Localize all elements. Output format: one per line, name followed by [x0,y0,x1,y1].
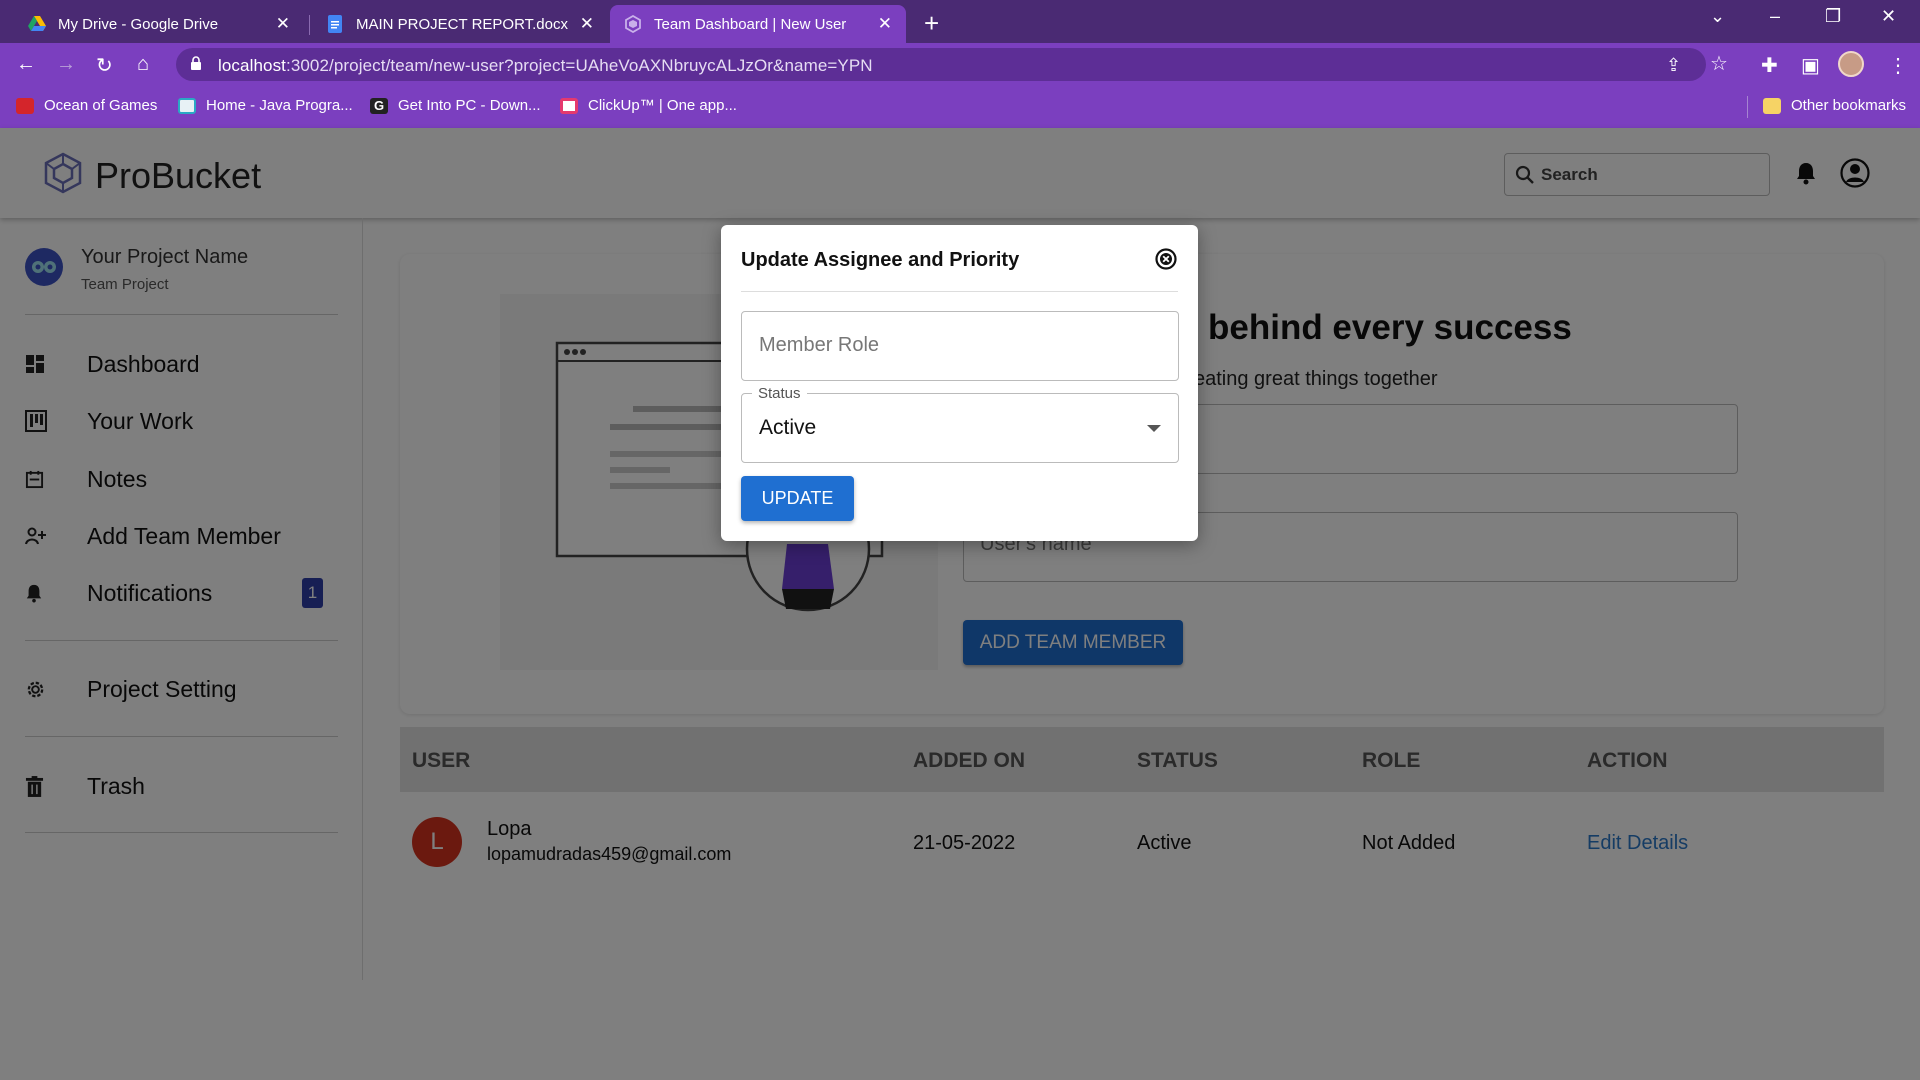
forward-arrow-icon[interactable]: → [56,53,76,76]
tab-title: My Drive - Google Drive [58,15,219,33]
member-role-field[interactable] [741,311,1179,381]
browser-profile-avatar[interactable] [1838,51,1864,77]
bookmark-java[interactable]: Home - Java Progra... [178,97,353,114]
dialog-title: Update Assignee and Priority [741,249,1020,271]
window-close-icon[interactable]: ✕ [1881,6,1896,27]
close-icon[interactable]: ✕ [878,14,892,34]
address-bar: ← → ↻ ⌂ localhost:3002/project/team/new-… [0,43,1920,86]
bookmarks-bar: Ocean of Games Home - Java Progra... G G… [0,86,1920,128]
lock-icon [191,56,201,70]
new-tab-button[interactable]: + [924,8,939,39]
java-site-icon [178,97,196,114]
gamepad-icon [16,97,34,114]
tab-title: Team Dashboard | New User [654,15,847,33]
folder-icon [1763,97,1781,114]
reload-icon[interactable]: ↻ [96,53,113,78]
tab-title: MAIN PROJECT REPORT.docx - G [356,15,572,33]
dialog-divider [741,291,1178,292]
back-arrow-icon[interactable]: ← [16,53,36,76]
bookmark-label: Ocean of Games [44,97,158,114]
other-bookmarks[interactable]: Other bookmarks [1763,97,1906,114]
probucket-tab-icon [625,15,641,33]
status-value: Active [759,416,817,439]
google-docs-icon [328,15,342,33]
dropdown-arrow-icon [1147,425,1161,432]
bookmark-star-icon[interactable]: ☆ [1710,51,1728,76]
bookmark-ocean-of-games[interactable]: Ocean of Games [16,97,157,114]
bookmark-label: Home - Java Progra... [206,97,353,114]
tab-team-dashboard[interactable]: Team Dashboard | New User ✕ [610,5,906,43]
google-drive-icon [28,16,46,31]
url-field[interactable]: localhost:3002/project/team/new-user?pro… [176,48,1706,81]
close-icon[interactable]: ✕ [580,14,594,34]
close-circle-icon[interactable] [1154,247,1178,271]
update-button[interactable]: UPDATE [741,476,854,521]
bookmark-separator [1747,96,1748,118]
bookmark-label: Other bookmarks [1791,97,1907,114]
bookmark-get-into-pc[interactable]: G Get Into PC - Down... [370,97,541,114]
bookmark-label: Get Into PC - Down... [398,97,541,114]
bookmark-label: ClickUp™ | One app... [588,97,737,114]
home-icon[interactable]: ⌂ [137,53,149,76]
tab-project-report[interactable]: MAIN PROJECT REPORT.docx - G ✕ [312,5,608,43]
browser-menu-icon[interactable]: ⋮ [1888,53,1908,78]
g-logo-icon: G [370,97,388,114]
status-select[interactable]: Status Active [741,385,1179,463]
status-label: Status [752,385,807,402]
side-panel-icon[interactable]: ▣ [1801,53,1820,78]
url-text: localhost:3002/project/team/new-user?pro… [218,56,873,75]
bookmark-clickup[interactable]: ClickUp™ | One app... [560,97,737,114]
tab-google-drive[interactable]: My Drive - Google Drive ✕ [14,5,304,43]
member-role-input[interactable] [759,334,1159,357]
tab-separator [309,15,310,35]
clickup-icon [560,97,578,114]
tab-search-chevron-icon[interactable]: ⌄ [1710,6,1725,27]
share-icon[interactable]: ⇪ [1666,55,1681,76]
close-icon[interactable]: ✕ [276,14,290,34]
browser-tab-strip: My Drive - Google Drive ✕ MAIN PROJECT R… [0,0,1920,43]
restore-icon[interactable]: ❐ [1825,6,1841,27]
update-assignee-dialog: Update Assignee and Priority Status Acti… [721,225,1198,541]
minimize-icon[interactable]: – [1770,6,1780,27]
extensions-puzzle-icon[interactable]: ✚ [1761,53,1778,78]
